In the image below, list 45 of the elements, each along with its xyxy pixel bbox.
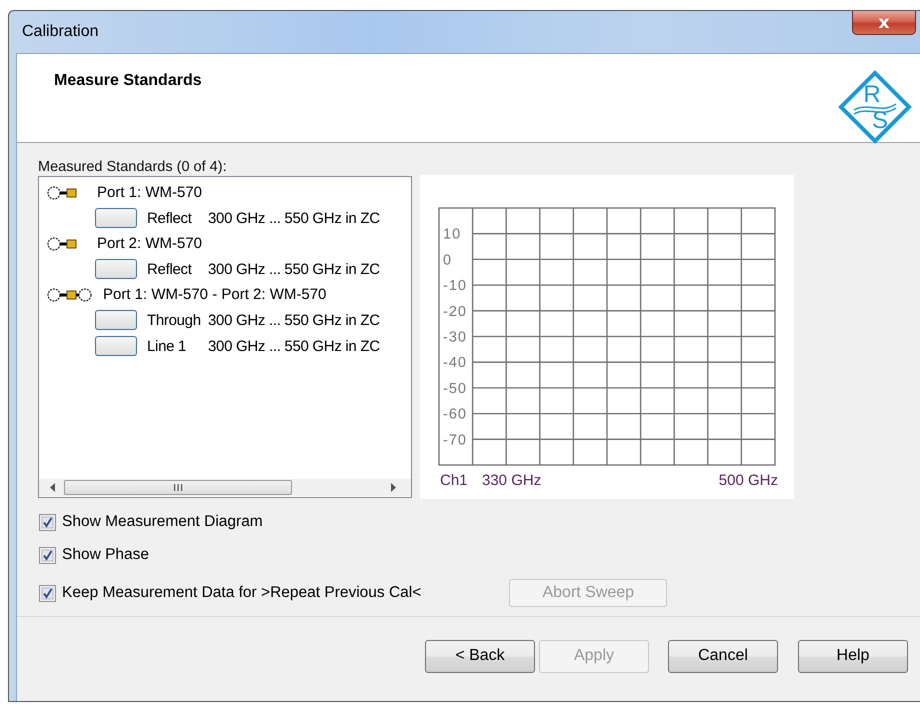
scroll-right-arrow-icon[interactable] bbox=[390, 483, 397, 492]
checkbox-label: Keep Measurement Data for >Repeat Previous Cal< bbox=[62, 584, 422, 602]
tree-item[interactable]: Port 1: WM-570 - Port 2: WM-570 bbox=[103, 286, 326, 303]
standard-name: Reflect bbox=[147, 210, 193, 226]
dialog-button[interactable]: < Back bbox=[425, 640, 535, 672]
standard-name: Line 1 bbox=[147, 338, 188, 354]
window-title: Calibration bbox=[22, 23, 98, 41]
list-label: Measured Standards (0 of 4): bbox=[38, 159, 228, 176]
dialog-button[interactable]: Help bbox=[798, 640, 908, 672]
page-title: Measure Standards bbox=[54, 72, 202, 91]
channel-label: Ch1 bbox=[440, 472, 468, 489]
tree-item[interactable]: Port 2: WM-570 bbox=[97, 235, 202, 252]
scroll-thumb[interactable] bbox=[64, 480, 292, 495]
y-axis-label: -60 bbox=[443, 406, 467, 423]
scroll-left-arrow-icon[interactable] bbox=[49, 483, 56, 492]
checkbox[interactable] bbox=[39, 584, 56, 602]
y-axis-label: -50 bbox=[443, 380, 467, 397]
checkbox[interactable] bbox=[39, 546, 56, 564]
checkbox-label: Show Measurement Diagram bbox=[62, 513, 263, 531]
horizontal-scrollbar[interactable] bbox=[39, 479, 411, 496]
checkbox-label: Show Phase bbox=[62, 546, 150, 564]
dialog-button[interactable]: Cancel bbox=[668, 640, 778, 672]
checkbox[interactable] bbox=[39, 514, 56, 530]
y-axis-label: -30 bbox=[443, 330, 467, 346]
y-axis-label: -10 bbox=[443, 278, 467, 294]
frequency-range: 300 GHz ... 550 GHz in ZC bbox=[208, 210, 380, 226]
y-axis-label: -40 bbox=[443, 355, 467, 372]
frequency-range: 300 GHz ... 550 GHz in ZC bbox=[208, 312, 380, 328]
stop-frequency: 500 GHz bbox=[718, 472, 778, 489]
close-button[interactable]: x bbox=[852, 11, 916, 35]
measure-button[interactable] bbox=[95, 208, 137, 228]
start-frequency: 330 GHz bbox=[482, 472, 542, 489]
y-axis-label: 0 bbox=[443, 252, 452, 268]
frequency-range: 300 GHz ... 550 GHz in ZC bbox=[208, 260, 380, 278]
tree-item[interactable]: Port 1: WM-570 bbox=[97, 184, 202, 201]
y-axis-label: 10 bbox=[443, 226, 462, 243]
standard-name: Reflect bbox=[147, 260, 193, 278]
y-axis-label: -20 bbox=[443, 304, 467, 320]
measure-button[interactable] bbox=[95, 310, 137, 330]
y-axis-label: -70 bbox=[443, 432, 467, 448]
measure-button[interactable] bbox=[95, 259, 137, 279]
grip-icon bbox=[173, 484, 183, 491]
measure-button[interactable] bbox=[95, 336, 137, 356]
standard-name: Through bbox=[147, 312, 202, 328]
frequency-range: 300 GHz ... 550 GHz in ZC bbox=[208, 338, 380, 354]
